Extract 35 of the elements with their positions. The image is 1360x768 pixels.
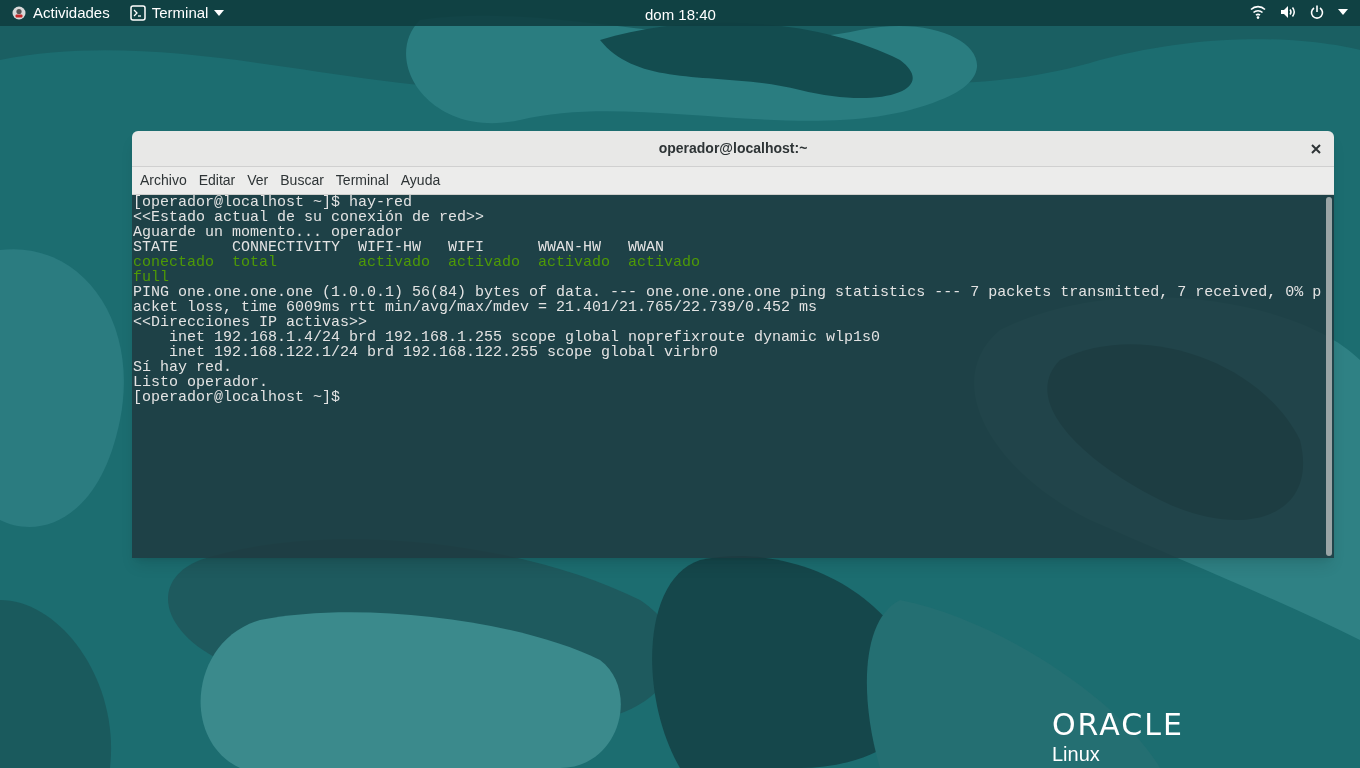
activities-button[interactable]: Actividades — [33, 1, 110, 25]
window-title: operador@localhost:~ — [658, 139, 808, 158]
terminal-line: <<Direcciones IP activas>> — [133, 315, 368, 330]
power-icon — [1310, 5, 1324, 19]
user-icon — [12, 6, 26, 20]
menu-item[interactable]: Buscar — [274, 170, 330, 191]
clock[interactable]: dom 18:40 — [645, 4, 716, 27]
caret-icon — [214, 10, 225, 16]
terminal-line: STATE CONNECTIVITY WIFI-HW WIFI WWAN-HW WWAN — [133, 240, 665, 255]
menu-item[interactable]: Archivo — [134, 170, 193, 191]
terminal-line: Listo operador. — [133, 375, 269, 390]
menu-item[interactable]: Ayuda — [394, 170, 447, 191]
menu-item[interactable]: Terminal — [329, 170, 395, 191]
terminal-line: conectado total activado activado activado activado — [133, 255, 701, 270]
terminal-line: full — [133, 270, 169, 285]
terminal-line: [operador@localhost ~]$ hay-red — [133, 195, 413, 210]
system-menu[interactable] — [1250, 5, 1348, 19]
wifi-icon — [1250, 5, 1266, 19]
close-icon — [1311, 144, 1321, 154]
terminal-line: acket loss, time 6009ms rtt min/avg/max/mdev = 21.401/21.765/22.739/0.452 ms — [133, 300, 818, 315]
terminal-line: inet 192.168.122.1/24 brd 192.168.122.255 scope global virbr0 — [169, 345, 719, 360]
terminal-line: [operador@localhost ~]$ — [133, 390, 341, 405]
app-menu[interactable]: Terminal — [129, 1, 225, 25]
terminal-line: PING one.one.one.one (1.0.0.1) 56(84) bytes of data. --- one.one.one.one ping statistics --- 7 packets transmitted, 7 received, 0% p — [133, 285, 1322, 300]
product-name: Linux — [1052, 742, 1101, 766]
terminal-line: Sí hay red. — [133, 360, 233, 375]
terminal-line: <<Estado actual de su conexión de red>> — [133, 210, 485, 225]
terminal-icon — [129, 5, 146, 21]
logo-wordmark: ORACLE — [1052, 708, 1184, 742]
menu-item[interactable]: Editar — [192, 170, 242, 191]
terminal-line: inet 192.168.1.4/24 brd 192.168.1.255 scope global noprefixroute dynamic wlp1s0 — [168, 330, 881, 345]
caret-icon — [1338, 9, 1348, 15]
terminal-line: Aguarde un momento... operador — [133, 225, 404, 240]
menu-item[interactable]: Ver — [241, 170, 275, 191]
volume-icon — [1280, 5, 1296, 19]
